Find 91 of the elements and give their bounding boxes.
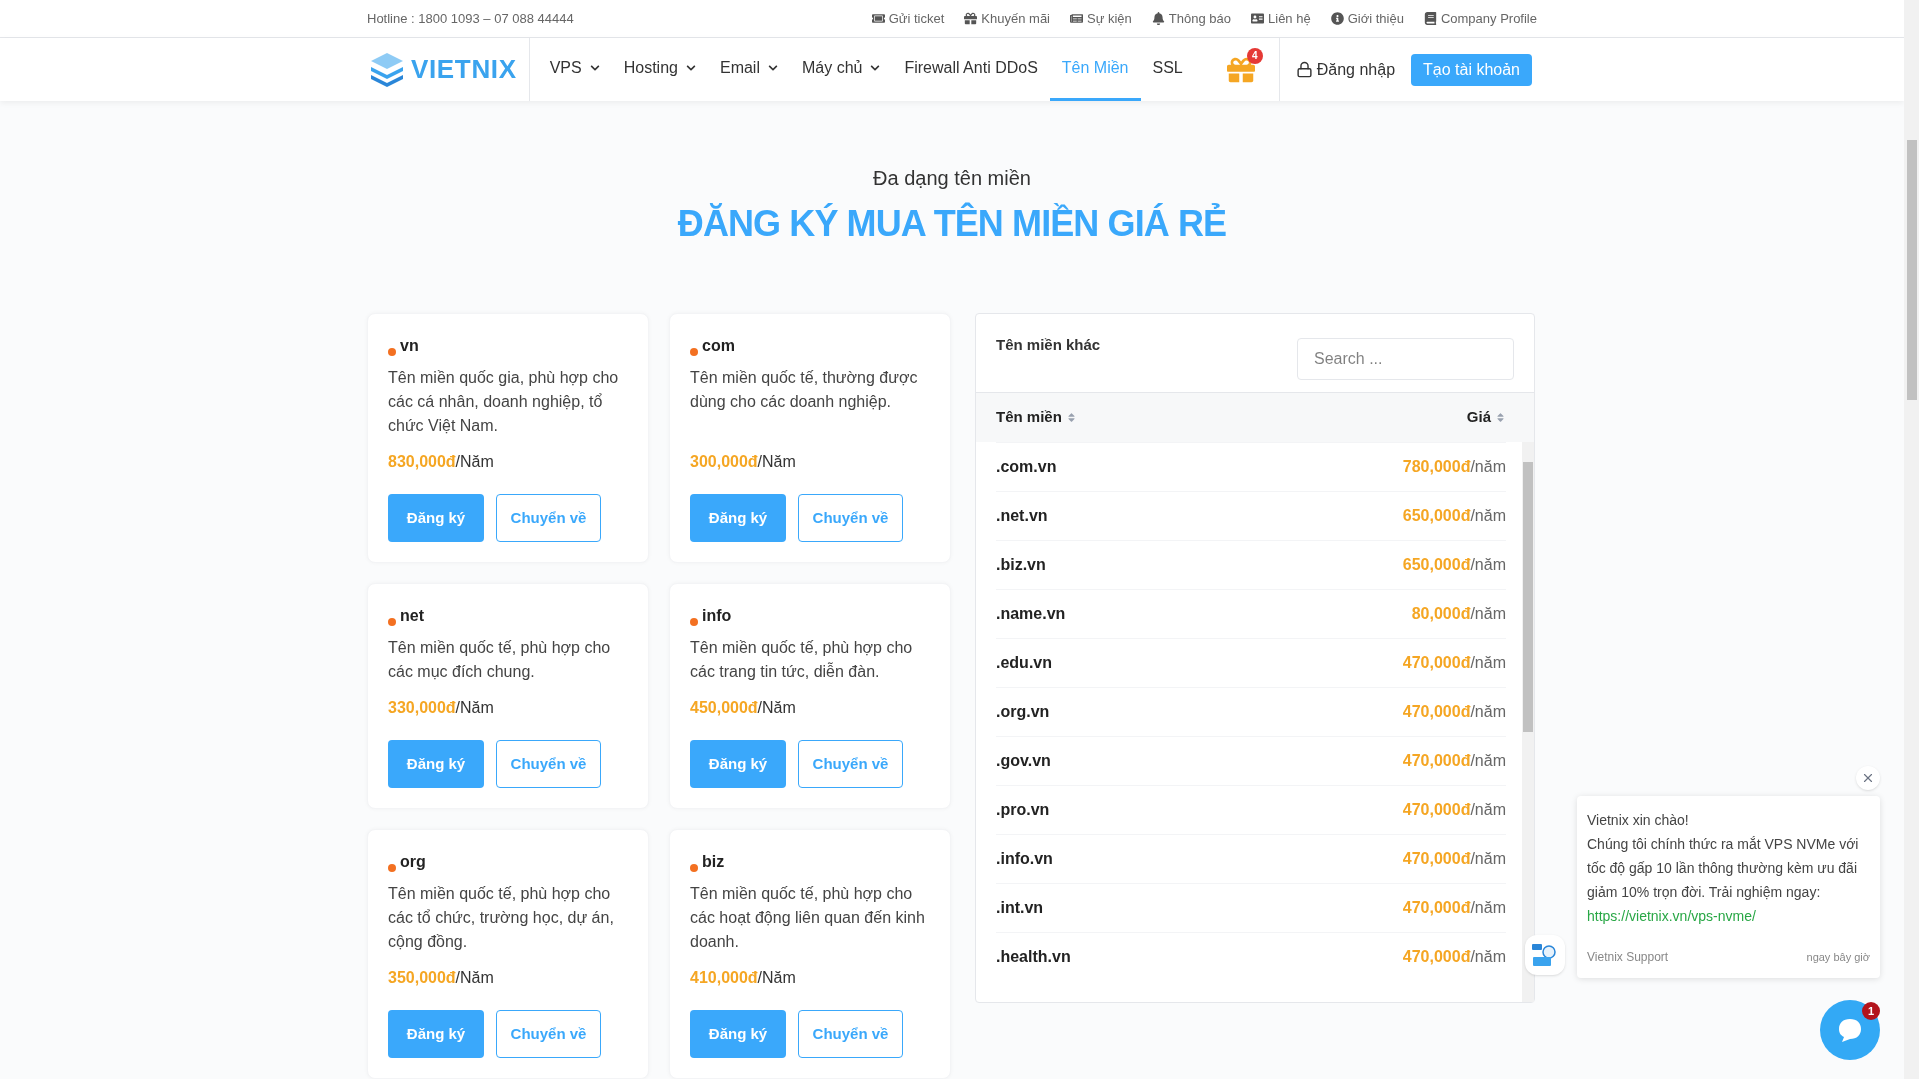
domain-cell-text: .biz.vn — [996, 555, 1046, 575]
bullet-icon — [690, 864, 698, 872]
domain-name: com — [702, 336, 735, 356]
hero-subtitle: Đa dạng tên miền — [873, 166, 1031, 191]
chat-message: Chúng tôi chính thức ra mắt VPS NVMe với tốc độ gấp 10 lần thông thường kèm ưu đãi giảm 10% trọn đời. Trải nghiệm ngay: https://vietnix.vn/vps-nvme/ — [1587, 835, 1860, 926]
ticket-icon — [871, 12, 885, 26]
price-cell-text: 650,000đ/năm — [1402, 506, 1506, 526]
price-cell-text: 470,000đ/năm — [1402, 702, 1506, 722]
contact-card-icon — [1251, 12, 1264, 26]
price-cell-text: 470,000đ/năm — [1402, 947, 1506, 967]
domain-name: biz — [702, 852, 725, 872]
domain-description: Tên miền quốc tế, phù hợp cho các tổ chức, trường học, dự án, cộng đồng. — [388, 884, 615, 952]
topbar-link[interactable]: Sự kiện — [1070, 8, 1132, 29]
topbar-link[interactable]: Giới thiệu — [1330, 8, 1404, 29]
sort-icon — [1495, 412, 1506, 423]
column-header[interactable]: Giá — [1466, 406, 1506, 429]
domain-name: org — [400, 852, 426, 872]
close-button[interactable] — [1856, 766, 1880, 790]
nav-item[interactable]: Máy chủ — [789, 38, 893, 101]
bullet-icon — [388, 348, 396, 356]
topbar-link[interactable]: Khuyến mãi — [964, 8, 1050, 29]
chat-link[interactable]: https://vietnix.vn/vps-nvme/ — [1587, 908, 1756, 924]
price-cell-text: 470,000đ/năm — [1402, 751, 1506, 771]
domain-cell-text: .gov.vn — [996, 751, 1051, 771]
domain-description: Tên miền quốc tế, phù hợp cho các trang tin tức, diễn đàn. — [690, 638, 914, 682]
price-cell-text: 470,000đ/năm — [1402, 898, 1506, 918]
domain-name: vn — [400, 336, 419, 356]
page-scrollbar[interactable] — [1904, 0, 1919, 1079]
lock-icon — [1295, 61, 1313, 79]
gift-icon — [964, 12, 978, 26]
domain-cell-text: .com.vn — [996, 457, 1057, 477]
topbar-link[interactable]: Gửi ticket — [871, 8, 945, 29]
hero-title: ĐĂNG KÝ MUA TÊN MIỀN GIÁ RẺ — [677, 201, 1227, 246]
login-link[interactable]: Đăng nhập — [1295, 57, 1396, 82]
topbar-link[interactable]: Company Profile — [1423, 8, 1537, 29]
domain-cell-text: .pro.vn — [996, 800, 1050, 820]
domain-cell-text: .org.vn — [996, 702, 1050, 722]
chat-time: ngay bây giờ — [1806, 949, 1870, 965]
price-cell-text: 80,000đ/năm — [1411, 604, 1506, 624]
domain-price: 410,000đ/Năm — [690, 968, 797, 988]
close-icon — [1861, 771, 1875, 785]
nav-item[interactable]: SSL — [1140, 38, 1195, 101]
domain-description: Tên miền quốc tế, phù hợp cho các mục đích chung. — [388, 638, 612, 682]
domain-price: 450,000đ/Năm — [690, 698, 797, 718]
domain-cell-text: .int.vn — [996, 898, 1044, 918]
scrollbar[interactable] — [1522, 442, 1534, 1002]
topbar-link[interactable]: Liên hệ — [1251, 8, 1311, 29]
domain-price: 330,000đ/Năm — [388, 698, 495, 718]
chat-sender: Vietnix Support — [1587, 949, 1669, 966]
nav-item[interactable]: Email — [707, 38, 790, 101]
hotline-text: Hotline : 1800 1093 – 07 088 44444 — [367, 9, 574, 28]
price-cell-text: 470,000đ/năm — [1402, 849, 1506, 869]
info-icon — [1330, 12, 1344, 26]
sort-icon — [1065, 412, 1077, 423]
domain-cell-text: .edu.vn — [996, 653, 1052, 673]
chat-greeting: Vietnix xin chào! — [1587, 811, 1690, 830]
chat-icon — [1836, 1016, 1864, 1044]
domain-cell-text: .health.vn — [996, 947, 1071, 967]
nav-item[interactable]: Hosting — [611, 38, 708, 101]
chat-button[interactable] — [1820, 1000, 1880, 1060]
bullet-icon — [690, 348, 698, 356]
domain-price: 300,000đ/Năm — [690, 452, 797, 472]
price-cell-text: 470,000đ/năm — [1402, 653, 1506, 673]
domain-description: Tên miền quốc gia, phù hợp cho các cá nhân, doanh nghiệp, tổ chức Việt Nam. — [388, 368, 620, 436]
domain-description: Tên miền quốc tế, phù hợp cho các hoạt động liên quan đến kinh doanh. — [690, 884, 926, 952]
domain-name: net — [400, 606, 424, 626]
domain-cell-text: .net.vn — [996, 506, 1048, 526]
notification-badge: 4 — [1246, 47, 1263, 64]
search-field[interactable]: Search ... — [1297, 338, 1514, 380]
bullet-icon — [690, 618, 698, 626]
domain-price: 350,000đ/Năm — [388, 968, 495, 988]
domain-description: Tên miền quốc tế, thường được dùng cho các doanh nghiệp. — [690, 368, 919, 412]
bullet-icon — [388, 864, 396, 872]
domain-cell-text: .info.vn — [996, 849, 1053, 869]
domain-name: info — [702, 606, 732, 626]
nav-item[interactable]: VPS — [537, 38, 612, 101]
panel-title: Tên miền khác — [996, 335, 1101, 355]
bell-icon — [1151, 12, 1165, 26]
domain-cell-text: .name.vn — [996, 604, 1066, 624]
newspaper-icon — [1070, 12, 1083, 26]
bullet-icon — [388, 618, 396, 626]
column-header[interactable]: Tên miền — [996, 406, 1077, 429]
book-icon — [1423, 12, 1437, 26]
notification-badge: 1 — [1862, 1002, 1880, 1020]
topbar-link[interactable]: Thông báo — [1151, 8, 1231, 29]
price-cell-text: 650,000đ/năm — [1402, 555, 1506, 575]
domain-price: 830,000đ/Năm — [388, 452, 495, 472]
price-cell-text: 780,000đ/năm — [1402, 457, 1506, 477]
nav-item[interactable]: Firewall Anti DDoS — [892, 38, 1050, 101]
logo-text: VIETNIX — [411, 53, 517, 87]
price-cell-text: 470,000đ/năm — [1402, 800, 1506, 820]
